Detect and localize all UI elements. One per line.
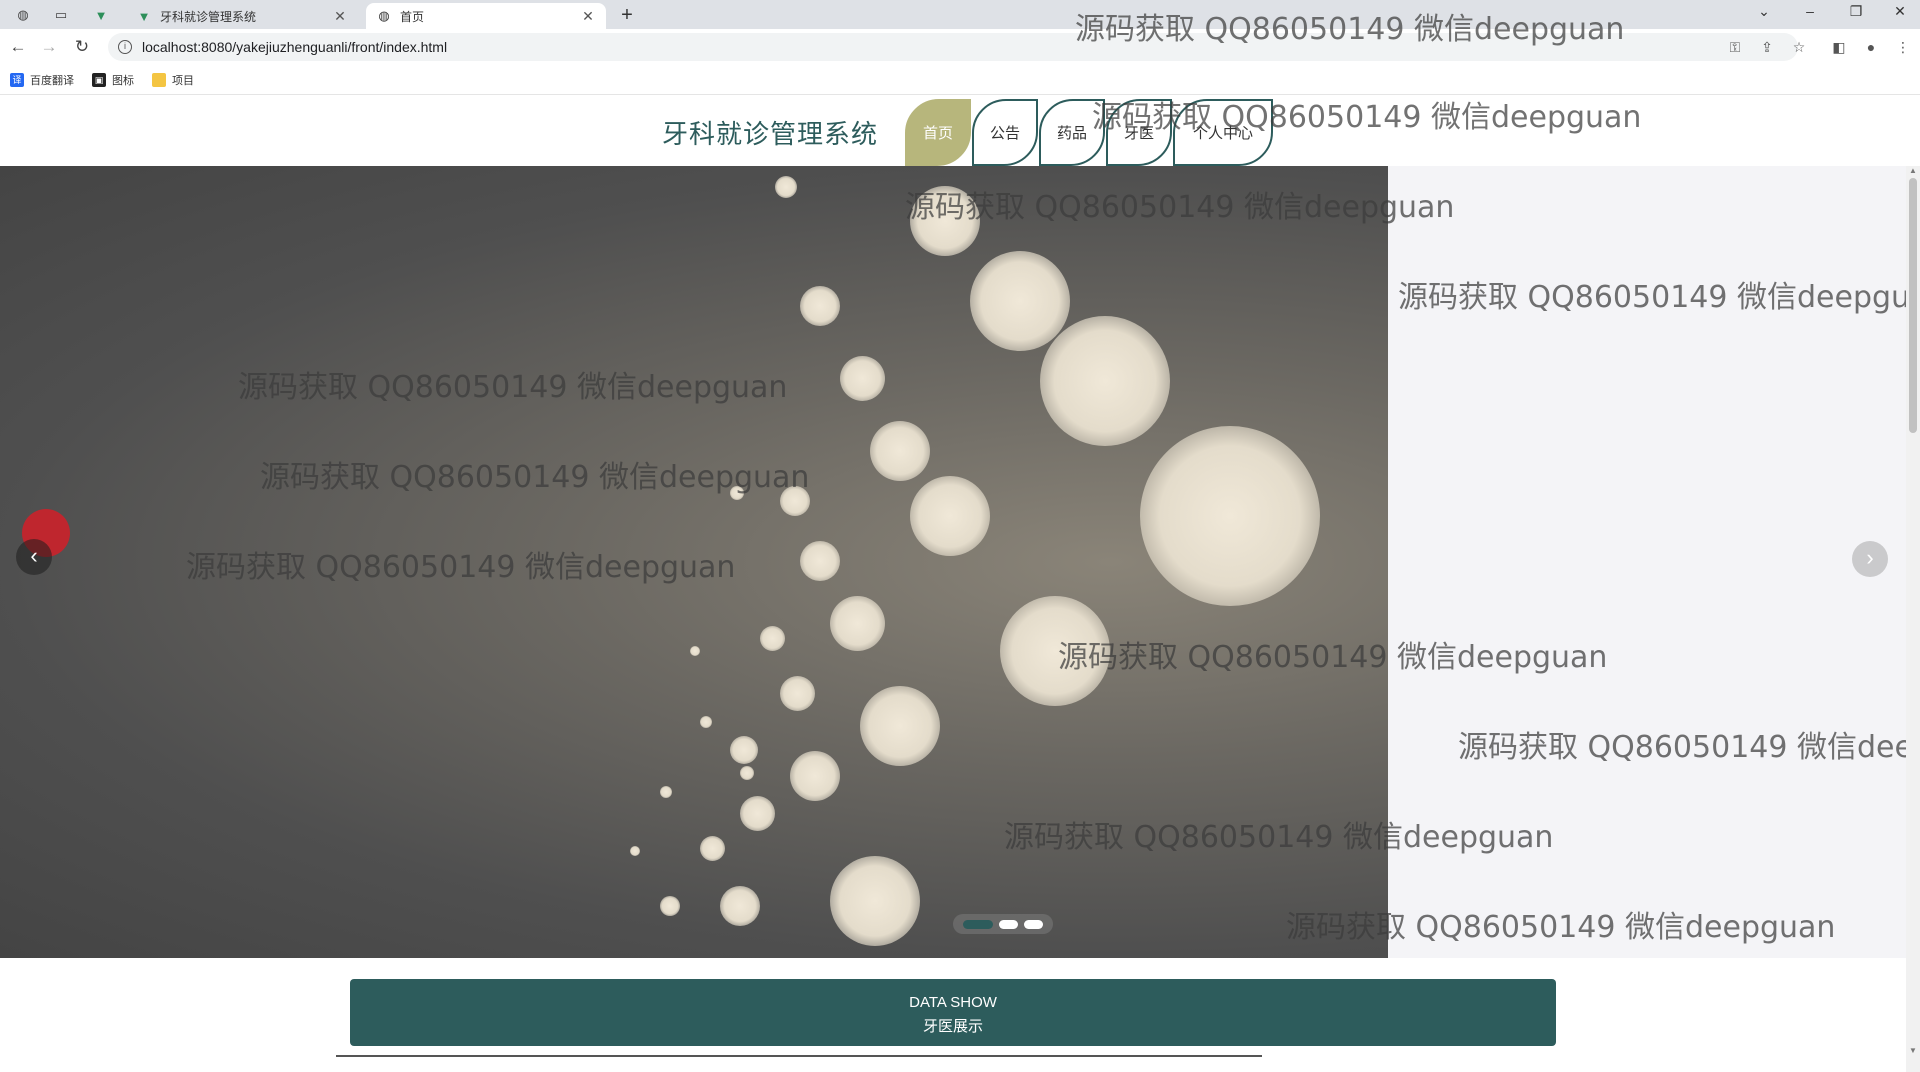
- back-icon[interactable]: ←: [7, 36, 29, 58]
- nav-medicine[interactable]: 药品: [1039, 99, 1105, 166]
- banner-image: [0, 166, 1388, 958]
- browser-toolbar: ← → ↻ i localhost:8080/yakejiuzhenguanli…: [0, 29, 1920, 65]
- close-icon[interactable]: ✕: [580, 8, 596, 25]
- carousel-indicator-2[interactable]: [999, 919, 1018, 929]
- section-title-en: DATA SHOW: [909, 994, 997, 1011]
- tab-title: 首页: [400, 9, 425, 24]
- tab-home[interactable]: ◍ 首页 ✕: [366, 3, 606, 29]
- profile-icon[interactable]: ●: [1860, 36, 1882, 58]
- star-icon[interactable]: ☆: [1788, 36, 1810, 58]
- globe-icon: ◍: [378, 8, 390, 23]
- data-show-heading: DATA SHOW 牙医展示: [350, 979, 1556, 1046]
- browser-tab-strip: ◍ ▭ ▼ ▼ 牙科就诊管理系统 ✕ ◍ 首页 ✕ + ⌄ – ❐ ✕: [0, 0, 1920, 29]
- scroll-down-icon[interactable]: ▼: [1908, 1046, 1918, 1056]
- image-icon: ▣: [92, 72, 106, 87]
- share-icon[interactable]: ⇪: [1756, 36, 1778, 58]
- address-bar[interactable]: i localhost:8080/yakejiuzhenguanli/front…: [108, 33, 1798, 61]
- carousel-indicator-1[interactable]: [963, 919, 993, 929]
- new-tab-button[interactable]: +: [614, 2, 640, 28]
- page-scrollbar[interactable]: ▲ ▼: [1906, 166, 1920, 1072]
- bookmarks-bar: 译 百度翻译 ▣ 图标 项目: [0, 65, 1920, 95]
- translate-icon: 译: [10, 72, 24, 87]
- globe-icon[interactable]: ◍: [8, 4, 38, 26]
- url-text: localhost:8080/yakejiuzhenguanli/front/i…: [142, 39, 448, 55]
- carousel-indicators: [953, 914, 1053, 934]
- site-header: 牙科就诊管理系统 首页 公告 药品 牙医 个人中心: [0, 96, 1920, 166]
- bookmark-icons[interactable]: ▣ 图标: [92, 72, 134, 88]
- bookmark-label: 图标: [112, 74, 134, 87]
- folder-icon: [152, 72, 166, 87]
- nav-notice[interactable]: 公告: [972, 99, 1038, 166]
- nav-home[interactable]: 首页: [905, 99, 971, 166]
- side-panel-icon[interactable]: ◧: [1828, 36, 1850, 58]
- carousel-indicator-3[interactable]: [1024, 919, 1043, 929]
- nav-dentist[interactable]: 牙医: [1106, 99, 1172, 166]
- tab-title: 牙科就诊管理系统: [160, 9, 257, 24]
- close-icon[interactable]: ✕: [332, 8, 348, 25]
- key-icon[interactable]: ⚿: [1724, 36, 1746, 58]
- restore-icon[interactable]: ❐: [1836, 0, 1876, 24]
- bookmark-baidu-translate[interactable]: 译 百度翻译: [10, 72, 74, 88]
- site-info-icon[interactable]: i: [118, 40, 132, 54]
- nav-personal-center[interactable]: 个人中心: [1173, 99, 1273, 166]
- vue-icon: ▼: [137, 8, 151, 24]
- section-divider: [336, 1055, 1262, 1057]
- minimize-icon[interactable]: –: [1790, 0, 1830, 24]
- vue-icon[interactable]: ▼: [86, 4, 116, 26]
- bookmark-label: 百度翻译: [30, 74, 74, 87]
- close-window-icon[interactable]: ✕: [1880, 0, 1920, 24]
- bookmark-label: 项目: [172, 74, 194, 87]
- scroll-up-icon[interactable]: ▲: [1908, 166, 1918, 176]
- menu-icon[interactable]: ⋮: [1892, 36, 1914, 58]
- tab-system[interactable]: ▼ 牙科就诊管理系统 ✕: [126, 3, 358, 29]
- carousel-banner: ‹ ›: [0, 166, 1920, 958]
- bookmark-project[interactable]: 项目: [152, 72, 194, 88]
- reload-icon[interactable]: ↻: [71, 36, 93, 58]
- section-title-cn: 牙医展示: [922, 1018, 983, 1035]
- scroll-thumb[interactable]: [1909, 178, 1917, 433]
- carousel-next-button[interactable]: ›: [1852, 541, 1888, 577]
- site-title: 牙科就诊管理系统: [662, 119, 879, 149]
- tab-search-icon[interactable]: ⌄: [1744, 0, 1784, 24]
- forward-icon[interactable]: →: [38, 36, 60, 58]
- blank-tab-icon[interactable]: ▭: [46, 4, 76, 26]
- carousel-prev-button[interactable]: ‹: [16, 539, 52, 575]
